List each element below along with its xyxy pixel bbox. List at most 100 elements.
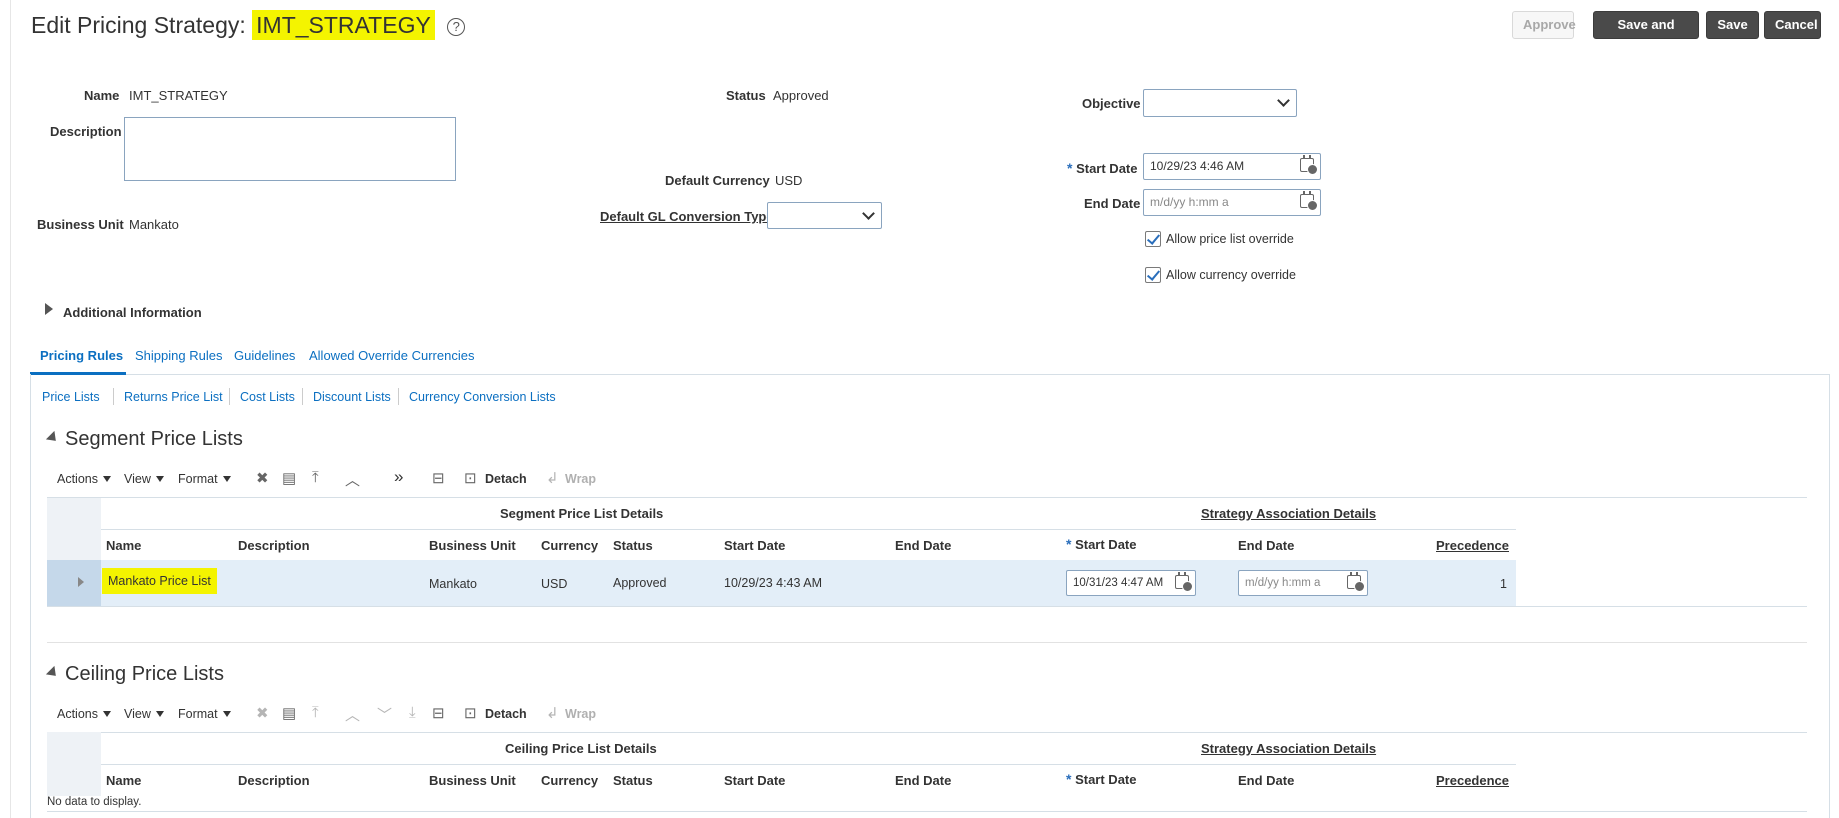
delete-icon[interactable]: ✖ — [256, 469, 269, 487]
segment-group-header-left: Segment Price List Details — [500, 506, 664, 521]
table-top-border — [47, 732, 1807, 733]
column-header-business-unit[interactable]: Business Unit — [429, 773, 516, 788]
more-icon[interactable]: » — [394, 467, 403, 487]
column-header-assoc-end-date[interactable]: End Date — [1238, 538, 1294, 553]
wrap-button: Wrap — [565, 472, 597, 486]
column-header-assoc-end-date[interactable]: End Date — [1238, 773, 1294, 788]
objective-label: Objective — [1082, 96, 1141, 111]
ceiling-price-lists-heading[interactable]: Ceiling Price Lists — [45, 663, 224, 686]
row-selector[interactable] — [47, 560, 101, 606]
expand-triangle-icon[interactable] — [45, 303, 53, 315]
start-date-value: 10/29/23 4:46 AM — [1150, 159, 1245, 173]
calendar-icon[interactable] — [1300, 155, 1318, 175]
column-header-assoc-start-date[interactable]: * Start Date — [1066, 536, 1137, 552]
row-header-gutter — [47, 497, 101, 560]
column-header-precedence[interactable]: Precedence — [1436, 538, 1509, 553]
additional-information-toggle[interactable]: Additional Information — [63, 305, 202, 320]
row-name-link[interactable]: Mankato Price List — [102, 568, 217, 594]
header-divider — [101, 529, 1516, 530]
column-header-assoc-start-date[interactable]: * Start Date — [1066, 771, 1137, 787]
row-expand-icon[interactable] — [78, 577, 84, 587]
wrap-button: Wrap — [565, 707, 597, 721]
table-bottom-border — [47, 606, 1807, 607]
calendar-icon[interactable] — [1300, 191, 1318, 211]
allow-currency-override-checkbox[interactable] — [1145, 267, 1161, 283]
business-unit-label: Business Unit — [37, 217, 124, 232]
column-header-name[interactable]: Name — [106, 773, 141, 788]
column-header-end-date[interactable]: End Date — [895, 538, 951, 553]
collapse-triangle-icon[interactable] — [45, 665, 61, 681]
subtab-cost-lists[interactable]: Cost Lists — [240, 390, 295, 404]
calendar-icon[interactable] — [1347, 572, 1365, 592]
segment-price-lists-heading[interactable]: Segment Price Lists — [45, 428, 243, 451]
default-gl-conversion-type-select[interactable] — [767, 202, 882, 229]
page-title: Edit Pricing Strategy: IMT_STRATEGY ? — [31, 10, 466, 40]
row-assoc-start-date-input[interactable]: 10/31/23 4:47 AM — [1066, 570, 1196, 596]
freeze-icon[interactable]: ⊟ — [432, 469, 445, 487]
segment-title-text: Segment Price Lists — [65, 428, 243, 450]
tab-allowed-override-currencies[interactable]: Allowed Override Currencies — [309, 348, 474, 363]
detach-button[interactable]: Detach — [485, 707, 527, 721]
calendar-icon[interactable] — [1175, 572, 1193, 592]
column-header-status[interactable]: Status — [613, 773, 653, 788]
add-row-icon[interactable]: ▤ — [282, 704, 296, 722]
row-precedence: 1 — [1500, 577, 1507, 591]
move-down-icon: ﹀ — [377, 707, 393, 724]
subtab-separator — [229, 388, 230, 405]
subtab-price-lists[interactable]: Price Lists — [42, 390, 100, 404]
business-unit-value: Mankato — [129, 217, 179, 232]
view-menu[interactable]: View — [124, 707, 164, 721]
cancel-button[interactable]: Cancel — [1764, 11, 1821, 39]
empty-table-message: No data to display. — [47, 796, 142, 808]
save-button[interactable]: Save — [1706, 11, 1759, 39]
end-date-input[interactable]: m/d/yy h:mm a — [1143, 189, 1321, 216]
description-field[interactable] — [124, 117, 456, 181]
column-header-description[interactable]: Description — [238, 773, 310, 788]
column-header-business-unit[interactable]: Business Unit — [429, 538, 516, 553]
tab-shipping-rules[interactable]: Shipping Rules — [135, 348, 222, 363]
column-header-status[interactable]: Status — [613, 538, 653, 553]
actions-menu[interactable]: Actions — [57, 707, 111, 721]
column-header-currency[interactable]: Currency — [541, 773, 598, 788]
detach-icon[interactable]: ⊡ — [464, 704, 477, 722]
start-date-input[interactable]: 10/29/23 4:46 AM — [1143, 153, 1321, 180]
detach-icon[interactable]: ⊡ — [464, 469, 477, 487]
column-header-end-date[interactable]: End Date — [895, 773, 951, 788]
assoc-start-date-text: Start Date — [1075, 537, 1137, 552]
gutter-border — [47, 497, 101, 498]
move-up-icon: ︿ — [345, 707, 361, 724]
approve-button[interactable]: Approve — [1512, 11, 1576, 39]
subtab-discount-lists[interactable]: Discount Lists — [313, 390, 391, 404]
view-menu[interactable]: View — [124, 472, 164, 486]
column-header-start-date[interactable]: Start Date — [724, 773, 785, 788]
row-assoc-end-date-input[interactable]: m/d/yy h:mm a — [1238, 570, 1368, 596]
help-icon[interactable]: ? — [447, 17, 466, 36]
column-header-name[interactable]: Name — [106, 538, 141, 553]
segment-group-header-right: Strategy Association Details — [1201, 506, 1377, 521]
row-currency: USD — [541, 577, 568, 591]
column-header-precedence[interactable]: Precedence — [1436, 773, 1509, 788]
column-header-start-date[interactable]: Start Date — [724, 538, 785, 553]
allow-price-list-override-checkbox[interactable] — [1145, 231, 1161, 247]
subtab-currency-conversion-lists[interactable]: Currency Conversion Lists — [409, 390, 556, 404]
default-gl-conversion-type-label: Default GL Conversion Type — [600, 209, 774, 224]
format-menu[interactable]: Format — [178, 707, 231, 721]
actions-menu[interactable]: Actions — [57, 472, 111, 486]
move-to-top-icon[interactable]: ⤒ — [312, 469, 319, 486]
objective-select[interactable] — [1143, 89, 1297, 117]
save-and-close-button[interactable]: Save and Close — [1593, 11, 1699, 58]
move-up-icon[interactable]: ︿ — [345, 469, 360, 490]
start-date-label-text: Start Date — [1076, 161, 1138, 176]
freeze-icon[interactable]: ⊟ — [432, 704, 445, 722]
tab-guidelines[interactable]: Guidelines — [234, 348, 295, 363]
subtab-returns-price-list[interactable]: Returns Price List — [124, 390, 223, 404]
detach-button[interactable]: Detach — [485, 472, 527, 486]
add-row-icon[interactable]: ▤ — [282, 469, 296, 487]
format-menu[interactable]: Format — [178, 472, 231, 486]
wrap-icon: ↲ — [546, 470, 559, 487]
tab-pricing-rules[interactable]: Pricing Rules — [40, 348, 123, 363]
ceiling-group-header-left: Ceiling Price List Details — [505, 741, 657, 756]
column-header-currency[interactable]: Currency — [541, 538, 598, 553]
collapse-triangle-icon[interactable] — [45, 430, 61, 446]
column-header-description[interactable]: Description — [238, 538, 310, 553]
